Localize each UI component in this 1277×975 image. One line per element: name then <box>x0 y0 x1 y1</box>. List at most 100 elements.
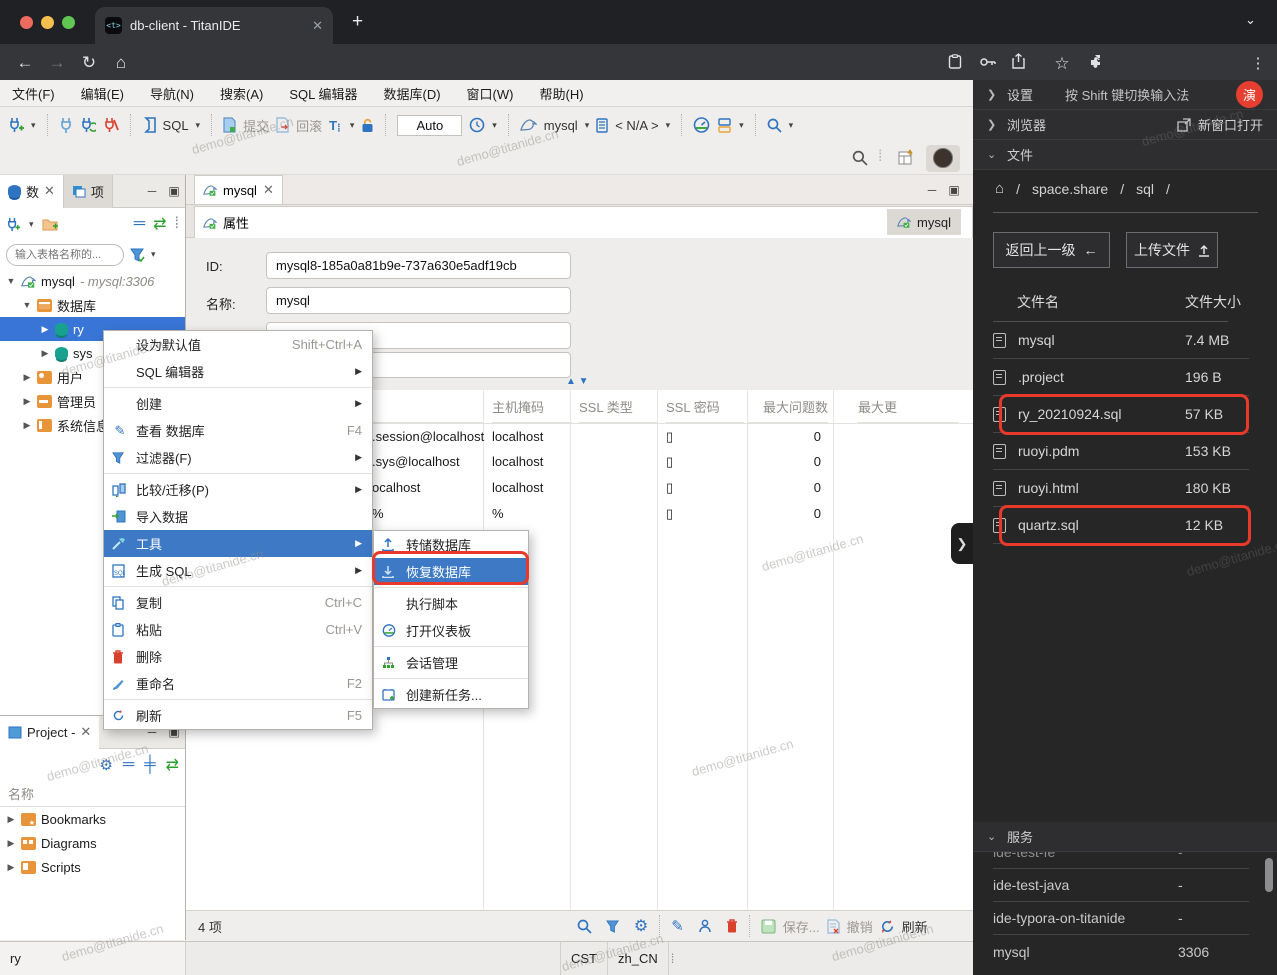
history-dropdown-icon[interactable]: ▾ <box>492 120 497 131</box>
menu-item-create[interactable]: 创建 ▶ <box>104 390 372 417</box>
save-button[interactable]: 保存... <box>783 917 820 936</box>
home-icon[interactable]: ⌂ <box>106 53 136 73</box>
menu-window[interactable]: 窗口(W) <box>467 84 514 103</box>
tab-close-icon[interactable]: ✕ <box>44 183 55 199</box>
ime-badge[interactable]: 演 <box>1236 81 1263 108</box>
history-clock-icon[interactable] <box>469 117 485 133</box>
col-header-host-mask[interactable]: 主机掩码 <box>492 390 572 423</box>
rollback-icon[interactable] <box>276 117 289 133</box>
panel-minimize-icon[interactable]: ─ <box>141 184 163 198</box>
delete-user-icon[interactable] <box>726 919 738 933</box>
grid-filter-icon[interactable] <box>605 919 620 933</box>
menu-navigate[interactable]: 导航(N) <box>150 84 194 103</box>
open-new-window-button[interactable]: 新窗口打开 <box>1177 115 1263 134</box>
active-connection-select[interactable]: mysql <box>544 118 578 133</box>
tree-item-scripts[interactable]: ▶ Scripts <box>0 855 185 879</box>
share-icon[interactable] <box>1012 53 1044 69</box>
edit-pencil-icon[interactable]: ✎ <box>671 917 684 935</box>
connection-dropdown-icon[interactable]: ▾ <box>585 120 590 131</box>
tree-item-databases[interactable]: ▼ 数据库 <box>0 293 185 317</box>
collapse-all-icon[interactable]: ═ <box>134 215 145 233</box>
nav-new-connection-icon[interactable] <box>6 217 21 232</box>
status-dots-icon[interactable]: ⁞ <box>671 951 675 966</box>
editor-minimize-icon[interactable]: ─ <box>921 183 943 197</box>
menu-edit[interactable]: 编辑(E) <box>81 84 124 103</box>
user-avatar-button[interactable] <box>926 145 960 172</box>
table-filter-input[interactable] <box>6 243 124 266</box>
breadcrumb-sql[interactable]: sql <box>1136 181 1154 197</box>
tree-item-bookmarks[interactable]: ▶ ★ Bookmarks <box>0 807 185 831</box>
reconnect-icon[interactable] <box>80 117 96 133</box>
menu-item-generate-sql[interactable]: SQL 生成 SQL ▶ <box>104 557 372 584</box>
tree-item-diagrams[interactable]: ▶ Diagrams <box>0 831 185 855</box>
browser-section-header[interactable]: ❯ 浏览器 新窗口打开 <box>973 110 1277 140</box>
tasks-dropdown-icon[interactable]: ▾ <box>739 120 744 131</box>
status-timezone[interactable]: CST <box>560 942 608 975</box>
menu-item-compare-migrate[interactable]: 比较/迁移(P) ▶ <box>104 476 372 503</box>
menu-item-refresh[interactable]: 刷新 F5 <box>104 702 372 729</box>
splitter-collapse-icon[interactable]: ▲ ▼ <box>566 376 589 387</box>
menu-sql-editor[interactable]: SQL 编辑器 <box>289 84 357 103</box>
breadcrumb-space-share[interactable]: space.share <box>1032 181 1108 197</box>
refresh-icon[interactable] <box>880 919 895 934</box>
refresh-button[interactable]: 刷新 <box>902 917 928 936</box>
submenu-item-execute-script[interactable]: 执行脚本 <box>374 590 528 617</box>
sql-dropdown-icon[interactable]: ▾ <box>196 120 201 131</box>
sidebar-scrollbar-thumb[interactable] <box>1265 858 1273 892</box>
extensions-puzzle-icon[interactable] <box>1090 54 1122 69</box>
back-icon[interactable]: ← <box>10 53 40 73</box>
sidebar-collapse-handle[interactable]: ❯ <box>951 523 973 564</box>
menu-item-delete[interactable]: 删除 <box>104 643 372 670</box>
col-header-max-updates[interactable]: 最大更 <box>858 390 958 423</box>
service-row[interactable]: ide-test-java - <box>993 869 1249 902</box>
id-field[interactable] <box>266 252 571 279</box>
menu-item-filter[interactable]: 过滤器(F) ▶ <box>104 444 372 471</box>
col-header-max-questions[interactable]: 最大问题数 <box>747 390 828 423</box>
link-editor-icon[interactable]: ⇄ <box>153 214 166 234</box>
tab-search-chevron-icon[interactable]: ⌄ <box>1245 12 1256 28</box>
file-row[interactable]: ruoyi.html 180 KB <box>993 470 1249 507</box>
add-user-icon[interactable] <box>698 919 712 933</box>
name-field[interactable] <box>266 287 571 314</box>
auto-commit-select[interactable]: Auto <box>397 114 463 136</box>
commit-button[interactable]: 提交 <box>243 116 269 135</box>
browser-tab[interactable]: <t> db-client - TitanIDE ✕ <box>95 7 333 44</box>
connect-icon[interactable] <box>59 117 73 133</box>
new-connection-dropdown-icon[interactable]: ▾ <box>31 120 36 131</box>
menu-item-tools[interactable]: 工具 ▶ <box>104 530 372 557</box>
collapse-icon[interactable]: ═ <box>123 756 134 774</box>
tab-database-navigator[interactable]: 数 ✕ <box>0 174 64 208</box>
rollback-button[interactable]: 回滚 <box>296 116 322 135</box>
menu-item-set-default[interactable]: 设为默认值 Shift+Ctrl+A <box>104 331 372 358</box>
sql-script-icon[interactable] <box>142 117 156 133</box>
new-connection-icon[interactable] <box>8 117 24 133</box>
save-icon[interactable] <box>761 919 776 934</box>
menu-item-view-database[interactable]: ✎ 查看 数据库 F4 <box>104 417 372 444</box>
filter-funnel-icon[interactable] <box>130 248 145 262</box>
menu-item-sql-editor[interactable]: SQL 编辑器 ▶ <box>104 358 372 385</box>
forward-icon[interactable]: → <box>42 53 72 73</box>
database-dropdown-icon[interactable]: ▾ <box>666 120 671 131</box>
editor-maximize-icon[interactable]: ▣ <box>943 183 965 197</box>
tab-close-icon[interactable]: ✕ <box>312 18 323 34</box>
menu-search[interactable]: 搜索(A) <box>220 84 263 103</box>
undo-icon[interactable] <box>826 918 840 934</box>
menu-item-rename[interactable]: 重命名 F2 <box>104 670 372 697</box>
password-key-icon[interactable] <box>980 57 1012 67</box>
database-list-icon[interactable] <box>596 117 608 133</box>
nav-menu-dots-icon[interactable]: ⁞ <box>175 215 179 233</box>
go-up-button[interactable]: 返回上一级 ← <box>993 232 1110 268</box>
editor-tab-mysql[interactable]: mysql ✕ <box>194 175 283 204</box>
settings-gear-icon[interactable]: ⚙ <box>99 756 112 774</box>
perspective-icon[interactable] <box>898 149 916 167</box>
service-row[interactable]: mysql 3306 <box>993 935 1249 968</box>
dashboard-gauge-icon[interactable] <box>693 117 710 133</box>
search-dropdown-icon[interactable]: ▾ <box>789 120 794 131</box>
link-icon[interactable]: ⇄ <box>166 755 179 775</box>
quick-search-icon[interactable] <box>852 150 868 166</box>
submenu-item-open-dashboard[interactable]: 打开仪表板 <box>374 617 528 644</box>
nav-connection-dropdown-icon[interactable]: ▾ <box>29 219 34 230</box>
tab-projects[interactable]: 项 <box>63 174 113 208</box>
new-tab-button[interactable]: + <box>352 11 363 33</box>
col-header-ssl-password[interactable]: SSL 密码 <box>666 390 744 423</box>
